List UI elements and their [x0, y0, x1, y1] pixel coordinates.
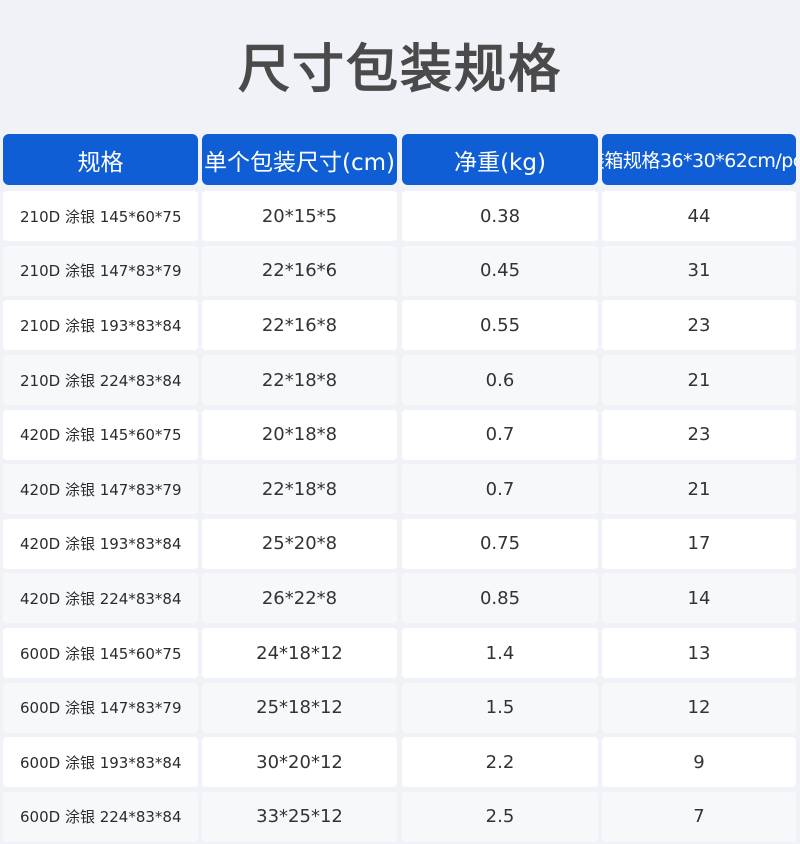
- table-row: 420D 涂银 193*83*84 25*20*8 0.75 17: [3, 517, 800, 572]
- table-row: 600D 涂银 147*83*79 25*18*12 1.5 12: [3, 680, 800, 735]
- cell-net-weight: 0.7: [402, 464, 598, 515]
- cell-spec: 420D 涂银 147*83*79: [3, 464, 198, 515]
- cell-net-weight: 0.45: [402, 245, 598, 296]
- header-spec: 规格: [3, 134, 198, 185]
- header-package-size: 单个包装尺寸(cm): [202, 134, 397, 185]
- cell-carton-qty: 17: [602, 518, 796, 569]
- cell-carton-qty: 23: [602, 409, 796, 460]
- cell-package-size: 24*18*12: [202, 628, 397, 679]
- page-title: 尺寸包装规格: [237, 40, 562, 100]
- cell-net-weight: 0.7: [402, 409, 598, 460]
- cell-package-size: 25*18*12: [202, 682, 397, 733]
- cell-net-weight: 0.38: [402, 191, 598, 242]
- cell-spec: 420D 涂银 193*83*84: [3, 518, 198, 569]
- cell-package-size: 30*20*12: [202, 737, 397, 788]
- cell-package-size: 25*20*8: [202, 518, 397, 569]
- table-row: 210D 涂银 193*83*84 22*16*8 0.55 23: [3, 298, 800, 353]
- table-row: 420D 涂银 224*83*84 26*22*8 0.85 14: [3, 571, 800, 626]
- spec-table: 规格 单个包装尺寸(cm) 净重(kg) 装箱规格36*30*62cm/pcs …: [3, 134, 800, 844]
- cell-package-size: 22*16*8: [202, 300, 397, 351]
- cell-net-weight: 1.4: [402, 628, 598, 679]
- cell-carton-qty: 9: [602, 737, 796, 788]
- header-net-weight: 净重(kg): [402, 134, 598, 185]
- table-row: 420D 涂银 145*60*75 20*18*8 0.7 23: [3, 407, 800, 462]
- cell-net-weight: 2.2: [402, 737, 598, 788]
- cell-package-size: 26*22*8: [202, 573, 397, 624]
- cell-carton-qty: 23: [602, 300, 796, 351]
- table-row: 210D 涂银 224*83*84 22*18*8 0.6 21: [3, 353, 800, 408]
- cell-spec: 210D 涂银 224*83*84: [3, 355, 198, 406]
- cell-carton-qty: 12: [602, 682, 796, 733]
- cell-spec: 600D 涂银 224*83*84: [3, 791, 198, 842]
- cell-net-weight: 0.75: [402, 518, 598, 569]
- cell-spec: 420D 涂银 145*60*75: [3, 409, 198, 460]
- table-body: 210D 涂银 145*60*75 20*15*5 0.38 44 210D 涂…: [3, 189, 800, 844]
- table-row: 600D 涂银 193*83*84 30*20*12 2.2 9: [3, 735, 800, 790]
- table-row: 600D 涂银 145*60*75 24*18*12 1.4 13: [3, 626, 800, 681]
- cell-spec: 600D 涂银 145*60*75: [3, 628, 198, 679]
- cell-carton-qty: 44: [602, 191, 796, 242]
- cell-net-weight: 1.5: [402, 682, 598, 733]
- cell-net-weight: 0.55: [402, 300, 598, 351]
- cell-net-weight: 0.6: [402, 355, 598, 406]
- cell-carton-qty: 21: [602, 464, 796, 515]
- cell-package-size: 22*18*8: [202, 355, 397, 406]
- table-row: 210D 涂银 147*83*79 22*16*6 0.45 31: [3, 244, 800, 299]
- cell-package-size: 22*18*8: [202, 464, 397, 515]
- cell-net-weight: 0.85: [402, 573, 598, 624]
- table-row: 420D 涂银 147*83*79 22*18*8 0.7 21: [3, 462, 800, 517]
- cell-carton-qty: 14: [602, 573, 796, 624]
- table-header: 规格 单个包装尺寸(cm) 净重(kg) 装箱规格36*30*62cm/pcs: [3, 134, 800, 185]
- cell-spec: 210D 涂银 193*83*84: [3, 300, 198, 351]
- cell-net-weight: 2.5: [402, 791, 598, 842]
- cell-spec: 600D 涂银 193*83*84: [3, 737, 198, 788]
- cell-carton-qty: 31: [602, 245, 796, 296]
- cell-spec: 210D 涂银 147*83*79: [3, 245, 198, 296]
- cell-spec: 210D 涂银 145*60*75: [3, 191, 198, 242]
- cell-carton-qty: 7: [602, 791, 796, 842]
- table-row: 210D 涂银 145*60*75 20*15*5 0.38 44: [3, 189, 800, 244]
- cell-spec: 600D 涂银 147*83*79: [3, 682, 198, 733]
- cell-carton-qty: 13: [602, 628, 796, 679]
- header-carton-spec: 装箱规格36*30*62cm/pcs: [602, 134, 796, 185]
- table-row: 600D 涂银 224*83*84 33*25*12 2.5 7: [3, 790, 800, 844]
- cell-package-size: 20*15*5: [202, 191, 397, 242]
- cell-package-size: 33*25*12: [202, 791, 397, 842]
- cell-spec: 420D 涂银 224*83*84: [3, 573, 198, 624]
- cell-package-size: 22*16*6: [202, 245, 397, 296]
- cell-package-size: 20*18*8: [202, 409, 397, 460]
- cell-carton-qty: 21: [602, 355, 796, 406]
